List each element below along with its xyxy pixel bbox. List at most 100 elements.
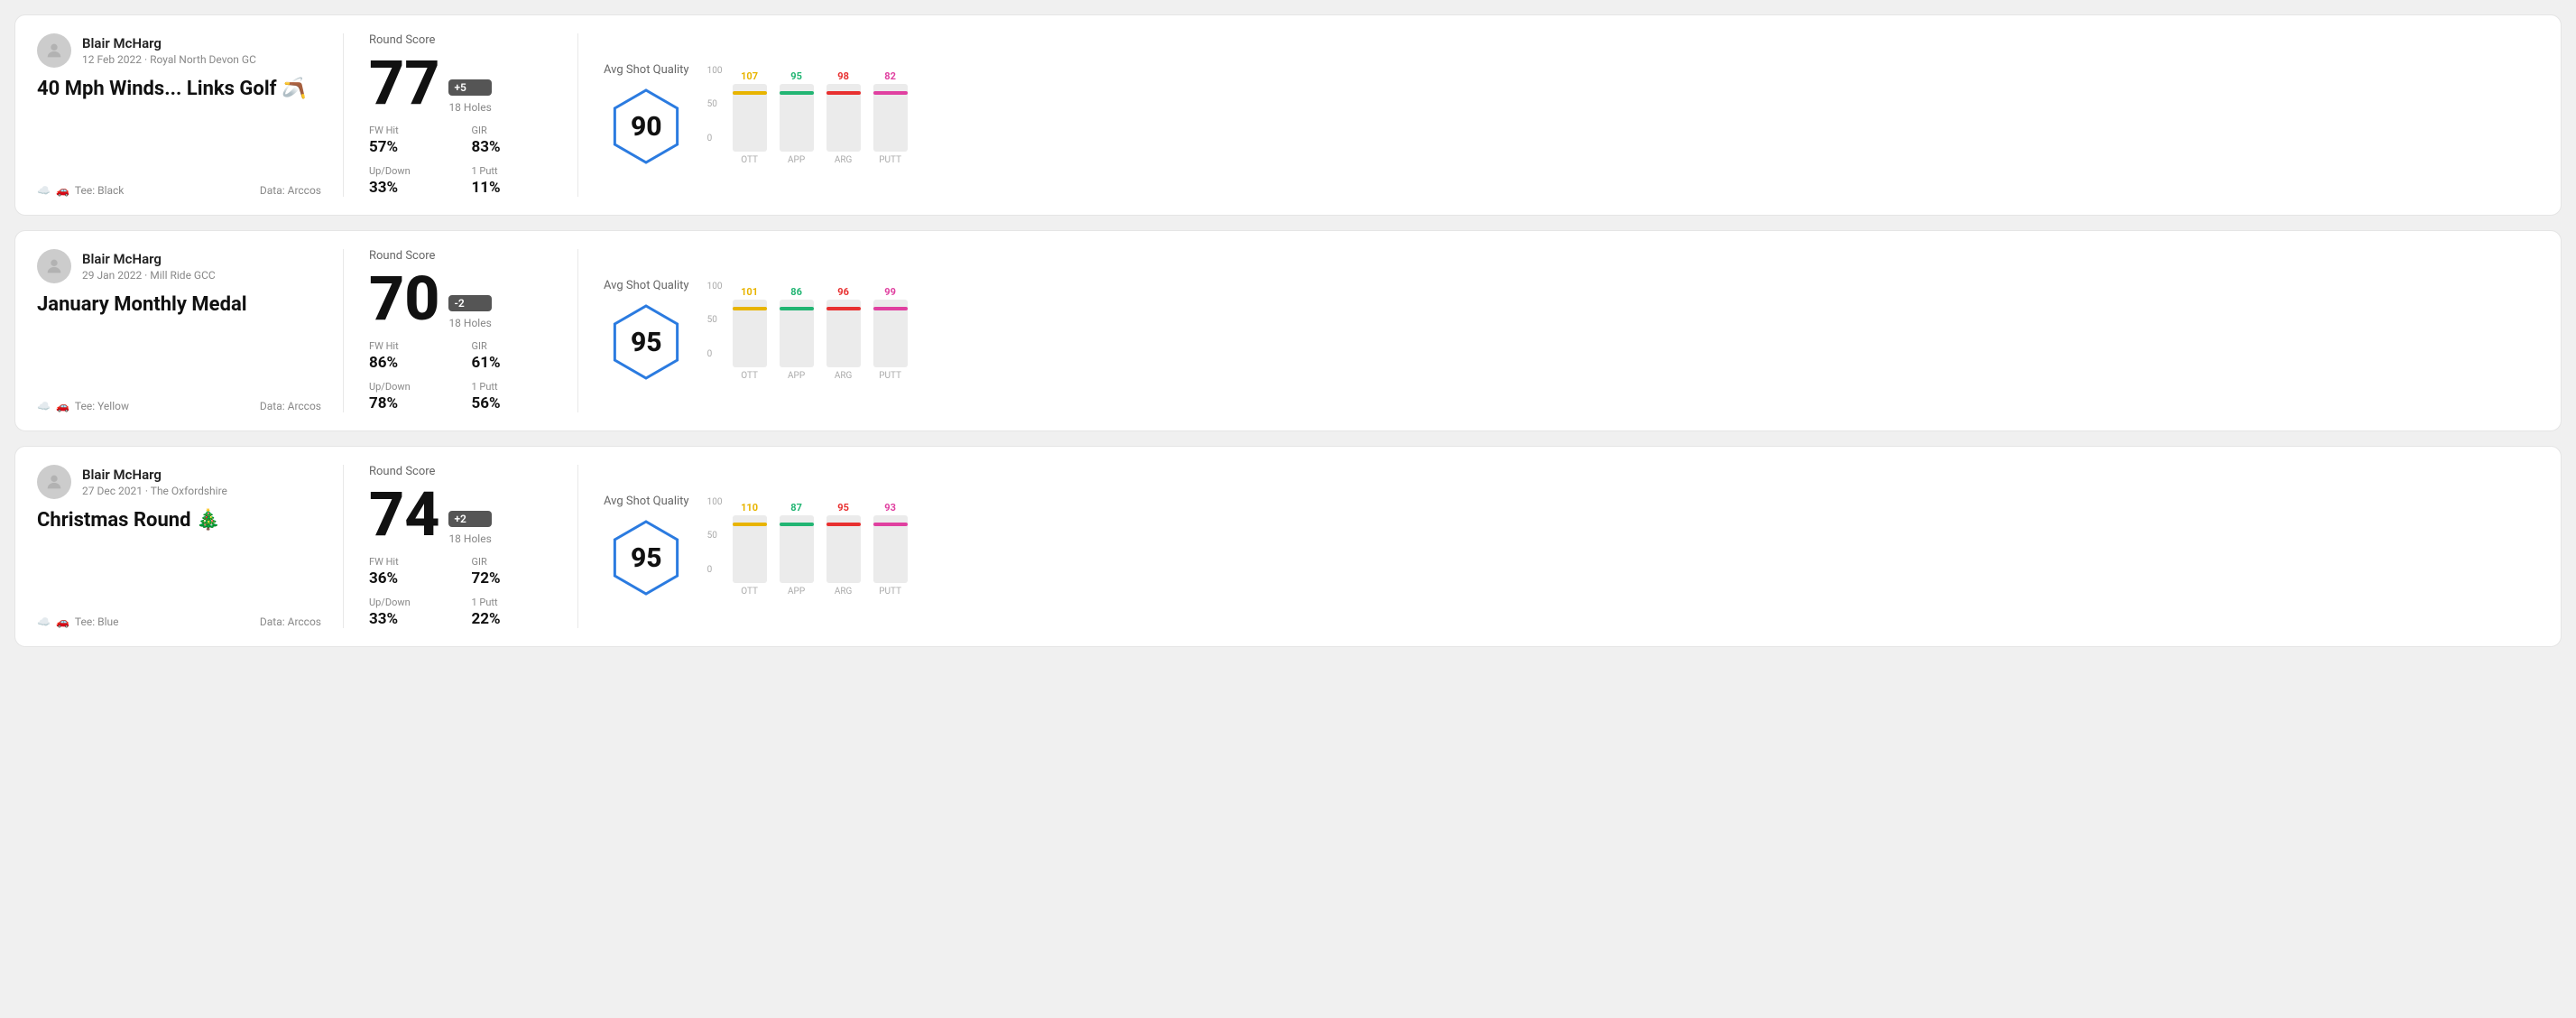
oneputt-stat: 1 Putt 11%	[472, 165, 553, 197]
user-info: Blair McHarg 27 Dec 2021 · The Oxfordshi…	[37, 465, 321, 499]
gir-label: GIR	[472, 340, 553, 352]
fw-hit-stat: FW Hit 57%	[369, 125, 450, 156]
user-info: Blair McHarg 29 Jan 2022 · Mill Ride GCC	[37, 249, 321, 283]
score-badge: +2	[448, 511, 491, 527]
user-date: 29 Jan 2022 · Mill Ride GCC	[82, 269, 216, 282]
quality-label: Avg Shot Quality	[604, 279, 689, 292]
hexagon: 95	[605, 517, 687, 598]
round-score-label: Round Score	[369, 249, 552, 263]
hex-container: Avg Shot Quality 90	[604, 63, 689, 167]
bottom-meta: ☁️ 🚗 Tee: Black Data: Arccos	[37, 184, 321, 197]
gir-label: GIR	[472, 556, 553, 568]
bar-column: 87	[780, 502, 814, 583]
gir-label: GIR	[472, 125, 553, 136]
updown-label: Up/Down	[369, 597, 450, 608]
round-right-section: Avg Shot Quality 90 100 50 0 107	[578, 33, 2539, 197]
bar-x-label: OTT	[733, 371, 767, 381]
bar-line	[873, 523, 908, 526]
y-axis: 100 50 0	[707, 282, 733, 359]
bar-chart: 100 50 0 101 86 96 99	[707, 282, 908, 381]
round-card: Blair McHarg 29 Jan 2022 · Mill Ride GCC…	[14, 230, 2562, 431]
round-right-section: Avg Shot Quality 95 100 50 0 110	[578, 465, 2539, 628]
bar-background	[733, 84, 767, 152]
avatar	[37, 249, 71, 283]
updown-value: 33%	[369, 610, 450, 628]
bar-background	[780, 300, 814, 367]
quality-label: Avg Shot Quality	[604, 495, 689, 508]
round-left-section: Blair McHarg 29 Jan 2022 · Mill Ride GCC…	[37, 249, 344, 412]
score-holes: 18 Holes	[448, 317, 491, 329]
tee-label: Tee: Yellow	[75, 400, 129, 412]
bar-x-label: APP	[780, 587, 814, 597]
bar-column: 95	[826, 502, 861, 583]
bar-column: 110	[733, 502, 767, 583]
gir-stat: GIR 72%	[472, 556, 553, 588]
hex-container: Avg Shot Quality 95	[604, 279, 689, 383]
updown-value: 33%	[369, 179, 450, 197]
user-name: Blair McHarg	[82, 35, 256, 51]
avatar	[37, 33, 71, 68]
fw-hit-label: FW Hit	[369, 340, 450, 352]
quality-label: Avg Shot Quality	[604, 63, 689, 77]
gir-stat: GIR 61%	[472, 340, 553, 372]
bar-x-label: ARG	[826, 371, 861, 381]
bar-background	[873, 515, 908, 583]
bar-background	[873, 300, 908, 367]
bar-background	[733, 300, 767, 367]
bar-background	[826, 300, 861, 367]
bar-value-label: 87	[790, 502, 802, 514]
bar-column: 93	[873, 502, 908, 583]
oneputt-value: 22%	[472, 610, 553, 628]
round-card: Blair McHarg 27 Dec 2021 · The Oxfordshi…	[14, 446, 2562, 647]
bar-line	[733, 523, 767, 526]
tee-label: Tee: Blue	[75, 615, 119, 628]
user-date: 27 Dec 2021 · The Oxfordshire	[82, 485, 227, 497]
bar-line	[826, 523, 861, 526]
bar-column: 107	[733, 70, 767, 152]
golf-cart-icon: 🚗	[56, 615, 69, 628]
updown-label: Up/Down	[369, 165, 450, 177]
user-details: Blair McHarg 29 Jan 2022 · Mill Ride GCC	[82, 251, 216, 282]
bar-line	[733, 91, 767, 95]
fw-hit-value: 86%	[369, 354, 450, 372]
hexagon: 90	[605, 86, 687, 167]
bar-background	[826, 515, 861, 583]
quality-panel: Avg Shot Quality 95 100 50 0 110	[604, 495, 908, 598]
bar-line	[780, 91, 814, 95]
oneputt-value: 56%	[472, 394, 553, 412]
score-badge: +5	[448, 79, 491, 96]
round-title: 40 Mph Winds... Links Golf 🪃	[37, 77, 321, 103]
score-row: 70 -2 18 Holes	[369, 268, 552, 329]
fw-hit-stat: FW Hit 86%	[369, 340, 450, 372]
tee-info: ☁️ 🚗 Tee: Black	[37, 184, 124, 197]
golf-cart-icon: 🚗	[56, 184, 69, 197]
round-title: Christmas Round 🎄	[37, 508, 321, 534]
big-score: 74	[369, 484, 439, 545]
updown-stat: Up/Down 33%	[369, 165, 450, 197]
stats-grid: FW Hit 36% GIR 72% Up/Down 33% 1 Putt 22…	[369, 556, 552, 628]
user-details: Blair McHarg 27 Dec 2021 · The Oxfordshi…	[82, 467, 227, 497]
bar-line	[873, 307, 908, 310]
bar-value-label: 101	[741, 286, 758, 298]
hex-score: 95	[631, 542, 662, 574]
cloud-icon: ☁️	[37, 184, 51, 197]
bar-chart: 100 50 0 110 87 95 93	[707, 497, 908, 597]
bottom-meta: ☁️ 🚗 Tee: Yellow Data: Arccos	[37, 400, 321, 412]
bar-background	[733, 515, 767, 583]
round-title: January Monthly Medal	[37, 292, 321, 319]
user-info: Blair McHarg 12 Feb 2022 · Royal North D…	[37, 33, 321, 68]
bar-value-label: 110	[741, 502, 758, 514]
hex-score: 95	[631, 327, 662, 358]
oneputt-label: 1 Putt	[472, 597, 553, 608]
bar-x-label: APP	[780, 371, 814, 381]
hex-container: Avg Shot Quality 95	[604, 495, 689, 598]
oneputt-label: 1 Putt	[472, 381, 553, 393]
round-card: Blair McHarg 12 Feb 2022 · Royal North D…	[14, 14, 2562, 216]
bar-line	[780, 523, 814, 526]
bar-column: 99	[873, 286, 908, 367]
oneputt-stat: 1 Putt 22%	[472, 597, 553, 628]
round-score-label: Round Score	[369, 465, 552, 478]
bar-x-label: ARG	[826, 587, 861, 597]
score-row: 74 +2 18 Holes	[369, 484, 552, 545]
quality-panel: Avg Shot Quality 90 100 50 0 107	[604, 63, 908, 167]
